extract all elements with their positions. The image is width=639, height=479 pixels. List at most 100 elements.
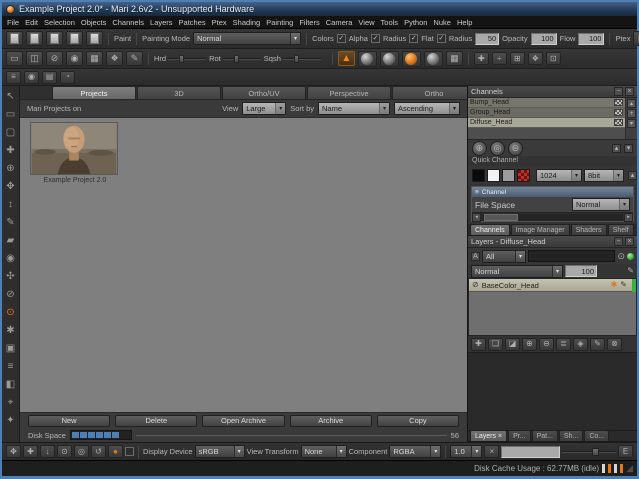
slider-handle[interactable] <box>592 448 599 456</box>
crop-tool-icon[interactable]: ▢ <box>4 126 18 140</box>
eyedropper-tool-icon[interactable]: ⊙ <box>4 306 18 320</box>
slider-handle[interactable] <box>294 55 299 63</box>
minimize-icon[interactable]: − <box>614 237 623 246</box>
view-transform-select[interactable]: None ▾ <box>301 445 347 458</box>
layer-search-field[interactable] <box>528 250 615 262</box>
menu-tool-icon[interactable]: ≡ <box>4 360 18 374</box>
open-project-button[interactable] <box>26 31 43 46</box>
import-archive-button[interactable] <box>66 31 83 46</box>
menu-painting[interactable]: Painting <box>263 18 296 27</box>
view-size-select[interactable]: Large ▾ <box>242 102 286 115</box>
layer-filter-select[interactable]: All ▾ <box>482 250 526 263</box>
menu-help[interactable]: Help <box>454 18 475 27</box>
new-project-button[interactable] <box>6 31 23 46</box>
menu-file[interactable]: File <box>4 18 22 27</box>
paint-layer-button[interactable]: ✎ <box>590 338 605 351</box>
tab-shaders[interactable]: Shaders <box>571 224 607 235</box>
menu-patches[interactable]: Patches <box>176 18 209 27</box>
spin-up-icon[interactable]: ▴ <box>628 171 637 180</box>
colors-checkbox[interactable]: ✓ <box>337 34 346 43</box>
group-layers-button[interactable]: ≣ <box>556 338 571 351</box>
sparkle-tool-icon[interactable]: ✣ <box>4 270 18 284</box>
shadow-board-button[interactable]: ▦ <box>446 51 463 66</box>
component-select[interactable]: RGBA ▾ <box>389 445 441 458</box>
flat-checkbox[interactable]: ✓ <box>437 34 446 43</box>
target-tool-icon[interactable]: ⌖ <box>4 396 18 410</box>
squish-slider[interactable]: Sqsh <box>264 54 321 63</box>
add-icon[interactable]: + <box>627 109 636 118</box>
paint-mode-button[interactable]: ▲ <box>338 51 355 66</box>
channel-row-selected[interactable]: Diffuse_Head <box>468 118 625 128</box>
dolly-button[interactable]: ↓ <box>40 445 55 458</box>
colors-panel-button[interactable]: ◉ <box>24 71 39 84</box>
new-button[interactable]: New <box>28 415 110 427</box>
menu-shading[interactable]: Shading <box>230 18 264 27</box>
marquee-select-button[interactable]: ▭ <box>6 51 23 66</box>
tab-channels[interactable]: Channels <box>470 224 510 235</box>
gamma-slider[interactable] <box>562 446 616 458</box>
copy-button[interactable]: Copy <box>377 415 459 427</box>
open-archive-button[interactable]: Open Archive <box>202 415 284 427</box>
environment-lighting-button[interactable] <box>424 51 443 67</box>
paint-tool-icon[interactable]: ✎ <box>4 216 18 230</box>
basic-lighting-button[interactable] <box>380 51 399 67</box>
archive-button[interactable]: Archive <box>290 415 372 427</box>
move-tool-icon[interactable]: ✚ <box>4 144 18 158</box>
flow-field[interactable]: 100 <box>578 33 604 45</box>
tab-3d[interactable]: 3D <box>137 86 221 99</box>
lut-field[interactable] <box>501 446 560 458</box>
transform-tool-icon[interactable]: ✥ <box>4 180 18 194</box>
spin-down-icon[interactable]: ▾ <box>624 144 633 153</box>
tab-projects[interactable]: Projects <box>52 86 136 99</box>
minimize-icon[interactable]: − <box>614 87 623 96</box>
gray-swatch[interactable] <box>502 169 515 182</box>
projection-button[interactable]: ◉ <box>66 51 83 66</box>
spin-up-icon[interactable]: ▴ <box>612 144 621 153</box>
file-space-select[interactable]: Normal ▾ <box>572 198 630 211</box>
blur-tool-icon[interactable]: ✱ <box>4 324 18 338</box>
menu-tools[interactable]: Tools <box>378 18 402 27</box>
radius-field[interactable]: 50 <box>475 33 499 45</box>
slider-handle[interactable] <box>234 55 239 63</box>
menu-selection[interactable]: Selection <box>41 18 78 27</box>
marquee-tool-icon[interactable]: ▭ <box>4 108 18 122</box>
select-tool-icon[interactable]: ↖ <box>4 90 18 104</box>
menu-ptex[interactable]: Ptex <box>209 18 230 27</box>
channel-subpanel-header[interactable]: ≡ Channel <box>472 187 633 197</box>
target-icon[interactable]: ⊙ <box>617 251 625 262</box>
gizmo-button[interactable]: ❖ <box>106 51 123 66</box>
brush-icon[interactable]: ✎ <box>627 267 634 275</box>
white-swatch[interactable] <box>487 169 500 182</box>
scroll-left-icon[interactable]: ◂ <box>472 213 481 222</box>
mirror-x-button[interactable]: ✚ <box>474 52 489 65</box>
delete-button[interactable]: Delete <box>115 415 197 427</box>
contrast-tool-icon[interactable]: ◧ <box>4 378 18 392</box>
duplicate-layer-button[interactable]: ❏ <box>488 338 503 351</box>
scroll-up-icon[interactable]: ▴ <box>627 99 636 108</box>
layer-row-selected[interactable]: ⊘ BaseColor_Head ✱ ✎ <box>469 279 636 292</box>
mask-button[interactable]: ⊘ <box>46 51 63 66</box>
roller-tool-icon[interactable]: ▰ <box>4 234 18 248</box>
tab-ortho[interactable]: Ortho <box>392 86 476 99</box>
remove-channel-button[interactable]: ⊖ <box>508 141 523 156</box>
hardness-slider[interactable]: Hrd <box>154 54 206 63</box>
mask-layer-button[interactable]: ◪ <box>505 338 520 351</box>
menu-filters[interactable]: Filters <box>296 18 322 27</box>
horizontal-scrollbar[interactable]: ◂ ▸ <box>472 212 633 221</box>
shader-layer-button[interactable]: ◈ <box>573 338 588 351</box>
gain-select[interactable]: 1.0 ▾ <box>450 445 482 458</box>
grid-button[interactable]: ▦ <box>86 51 103 66</box>
channel-row[interactable]: Bump_Head <box>468 98 625 108</box>
star-tool-icon[interactable]: ✦ <box>4 414 18 428</box>
scrollbar-handle[interactable] <box>484 214 518 221</box>
export-archive-button[interactable] <box>86 31 103 46</box>
rotation-slider[interactable]: Rot <box>209 54 261 63</box>
hand-button[interactable]: ● <box>108 445 123 458</box>
tab-shelf[interactable]: Shelf <box>608 224 634 235</box>
flat-lighting-button[interactable] <box>358 51 377 67</box>
scroll-down-icon[interactable]: ▾ <box>627 119 636 128</box>
patch-tool-icon[interactable]: ▣ <box>4 342 18 356</box>
save-project-button[interactable] <box>46 31 63 46</box>
snapshot-channel-button[interactable]: ◎ <box>490 141 505 156</box>
delete-layer-button[interactable]: ⊗ <box>607 338 622 351</box>
